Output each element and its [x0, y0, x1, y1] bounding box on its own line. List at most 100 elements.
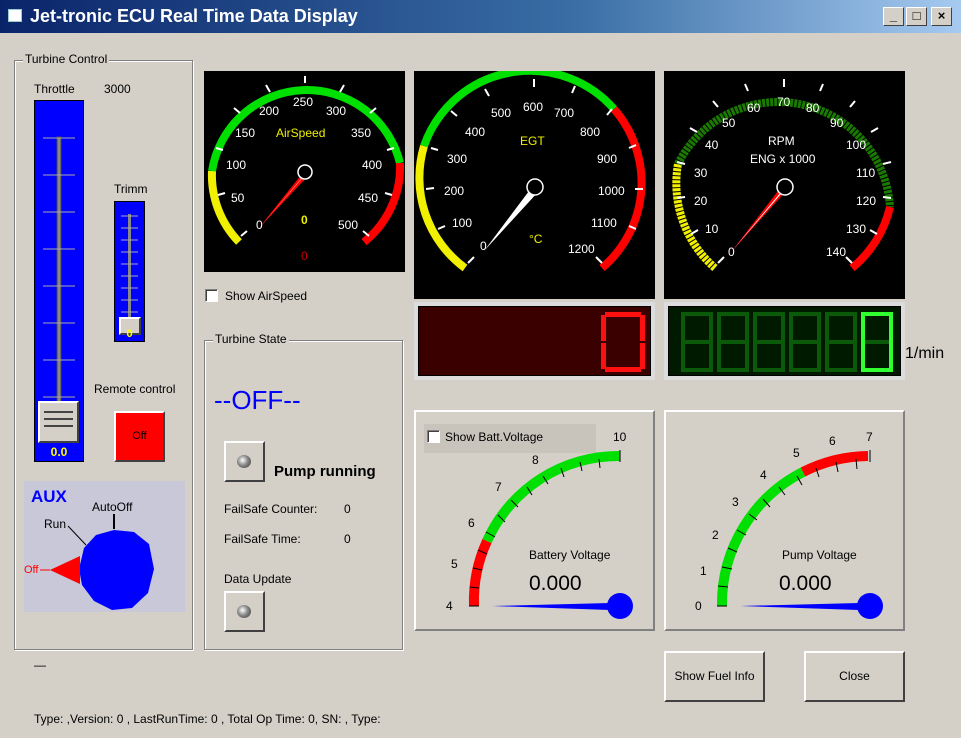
aux-panel: AUX AutoOff Run Off	[24, 481, 185, 612]
egt-tick-200: 200	[444, 184, 465, 198]
dash-label: —	[34, 658, 46, 672]
rpm-tick-20: 20	[694, 194, 708, 208]
trimm-label: Trimm	[114, 182, 148, 196]
rpm-digital-display: 0	[668, 306, 901, 376]
pump-tick-4: 4	[760, 468, 767, 482]
pump-tick-2: 2	[712, 528, 719, 542]
data-update-label: Data Update	[224, 572, 292, 586]
battery-voltage-value: 0.000	[529, 572, 582, 595]
airspeed-tick-450: 450	[358, 191, 379, 205]
throttle-label: Throttle	[34, 82, 75, 96]
rpm-tick-140: 140	[826, 245, 847, 259]
window-title: Jet-tronic ECU Real Time Data Display	[30, 6, 358, 26]
minimize-button[interactable]: _	[883, 7, 904, 26]
battery-gauge: Show Batt.Voltage 4 5 6 7 8 10 Battery V…	[414, 410, 655, 631]
rpm-tick-80: 80	[806, 101, 820, 115]
aux-knob[interactable]	[24, 481, 185, 612]
egt-label: EGT	[520, 134, 545, 148]
rpm-tick-100: 100	[846, 138, 867, 152]
airspeed-value: 0	[301, 213, 308, 227]
egt-unit: °C	[529, 232, 543, 246]
rpm-label: RPM	[768, 134, 795, 148]
airspeed-tick-400: 400	[362, 158, 383, 172]
rpm-sublabel: ENG x 1000	[750, 152, 816, 166]
failsafe-counter-value: 0	[344, 502, 351, 516]
pump-voltage-label: Pump Voltage	[782, 548, 857, 562]
rpm-tick-10: 10	[705, 222, 719, 236]
battery-tick-6: 6	[468, 516, 475, 530]
rpm-tick-70: 70	[777, 95, 791, 109]
throttle-thumb[interactable]	[38, 401, 79, 443]
turbine-control-label: Turbine Control	[23, 52, 110, 66]
failsafe-time-value: 0	[344, 532, 351, 546]
battery-tick-4: 4	[446, 599, 453, 613]
rpm-digits	[681, 312, 893, 372]
turbine-state-label: Turbine State	[213, 332, 289, 346]
airspeed-tick-500: 500	[338, 218, 359, 232]
egt-tick-400: 400	[465, 125, 486, 139]
data-update-indicator	[224, 591, 265, 632]
title-bar[interactable]: Jet-tronic ECU Real Time Data Display _ …	[0, 0, 961, 33]
egt-tick-700: 700	[554, 106, 575, 120]
airspeed-value-secondary: 0	[301, 249, 308, 263]
airspeed-tick-350: 350	[351, 126, 372, 140]
egt-tick-0: 0	[480, 239, 487, 253]
airspeed-gauge: 0 50 100 150 200 250 300 350 400 450 500…	[204, 71, 405, 272]
throttle-value: 0.0	[50, 445, 68, 459]
show-airspeed-label[interactable]: Show AirSpeed	[225, 289, 307, 303]
rpm-unit: 1/min	[905, 345, 945, 362]
pump-indicator	[224, 441, 265, 482]
pump-tick-6: 6	[829, 434, 836, 448]
pump-voltage-value: 0.000	[779, 572, 832, 595]
pump-gauge: 0 1 2 3 4 5 6 7 Pump Voltage 0.000	[664, 410, 905, 631]
egt-digital-display: 0	[418, 306, 651, 376]
status-line: Type: ,Version: 0 , LastRunTime: 0 , Tot…	[34, 712, 381, 726]
battery-tick-7: 7	[495, 480, 502, 494]
rpm-tick-40: 40	[705, 138, 719, 152]
egt-digital-frame: 0	[414, 302, 655, 380]
airspeed-tick-50: 50	[231, 191, 245, 205]
rpm-tick-0: 0	[728, 245, 735, 259]
egt-tick-100: 100	[452, 216, 473, 230]
failsafe-time-label: FailSafe Time:	[224, 532, 301, 546]
turbine-state-value: --OFF--	[214, 385, 301, 415]
rpm-tick-110: 110	[856, 166, 876, 180]
airspeed-tick-250: 250	[293, 95, 314, 109]
throttle-max-label: 3000	[104, 82, 131, 96]
pump-tick-0: 0	[695, 599, 702, 613]
egt-tick-500: 500	[491, 106, 512, 120]
rpm-digital-frame: 0	[664, 302, 905, 380]
battery-voltage-label: Battery Voltage	[529, 548, 611, 562]
close-window-button[interactable]: ×	[931, 7, 952, 26]
show-airspeed-checkbox[interactable]	[205, 289, 218, 302]
throttle-slider[interactable]: 0.0	[34, 100, 84, 462]
trimm-slider[interactable]: 0	[114, 201, 145, 342]
pump-tick-3: 3	[732, 495, 739, 509]
app-icon	[8, 9, 22, 22]
rpm-gauge: 0 10 20 30 40 50 60 70 80 90 100 110 120…	[664, 71, 905, 299]
data-update-led-icon	[237, 605, 251, 618]
airspeed-tick-150: 150	[235, 126, 256, 140]
rpm-tick-60: 60	[747, 101, 761, 115]
egt-gauge: 0 100 200 300 400 500 600 700 800 900 10…	[414, 71, 655, 299]
show-fuel-info-button[interactable]: Show Fuel Info	[664, 651, 765, 702]
airspeed-label: AirSpeed	[276, 126, 326, 140]
egt-tick-800: 800	[580, 125, 601, 139]
airspeed-tick-100: 100	[226, 158, 247, 172]
rpm-tick-50: 50	[722, 116, 736, 130]
remote-control-button[interactable]: Off	[114, 411, 165, 462]
pump-led-icon	[237, 455, 251, 468]
pump-tick-1: 1	[700, 564, 707, 578]
rpm-tick-120: 120	[856, 194, 877, 208]
battery-tick-5: 5	[451, 557, 458, 571]
failsafe-counter-label: FailSafe Counter:	[224, 502, 318, 516]
maximize-button[interactable]: □	[906, 7, 927, 26]
battery-tick-8: 8	[532, 453, 539, 467]
airspeed-tick-300: 300	[326, 104, 347, 118]
egt-tick-900: 900	[597, 152, 618, 166]
rpm-tick-130: 130	[846, 222, 867, 236]
airspeed-tick-0: 0	[256, 218, 263, 232]
pump-tick-5: 5	[793, 446, 800, 460]
close-button[interactable]: Close	[804, 651, 905, 702]
egt-tick-1000: 1000	[598, 184, 625, 198]
